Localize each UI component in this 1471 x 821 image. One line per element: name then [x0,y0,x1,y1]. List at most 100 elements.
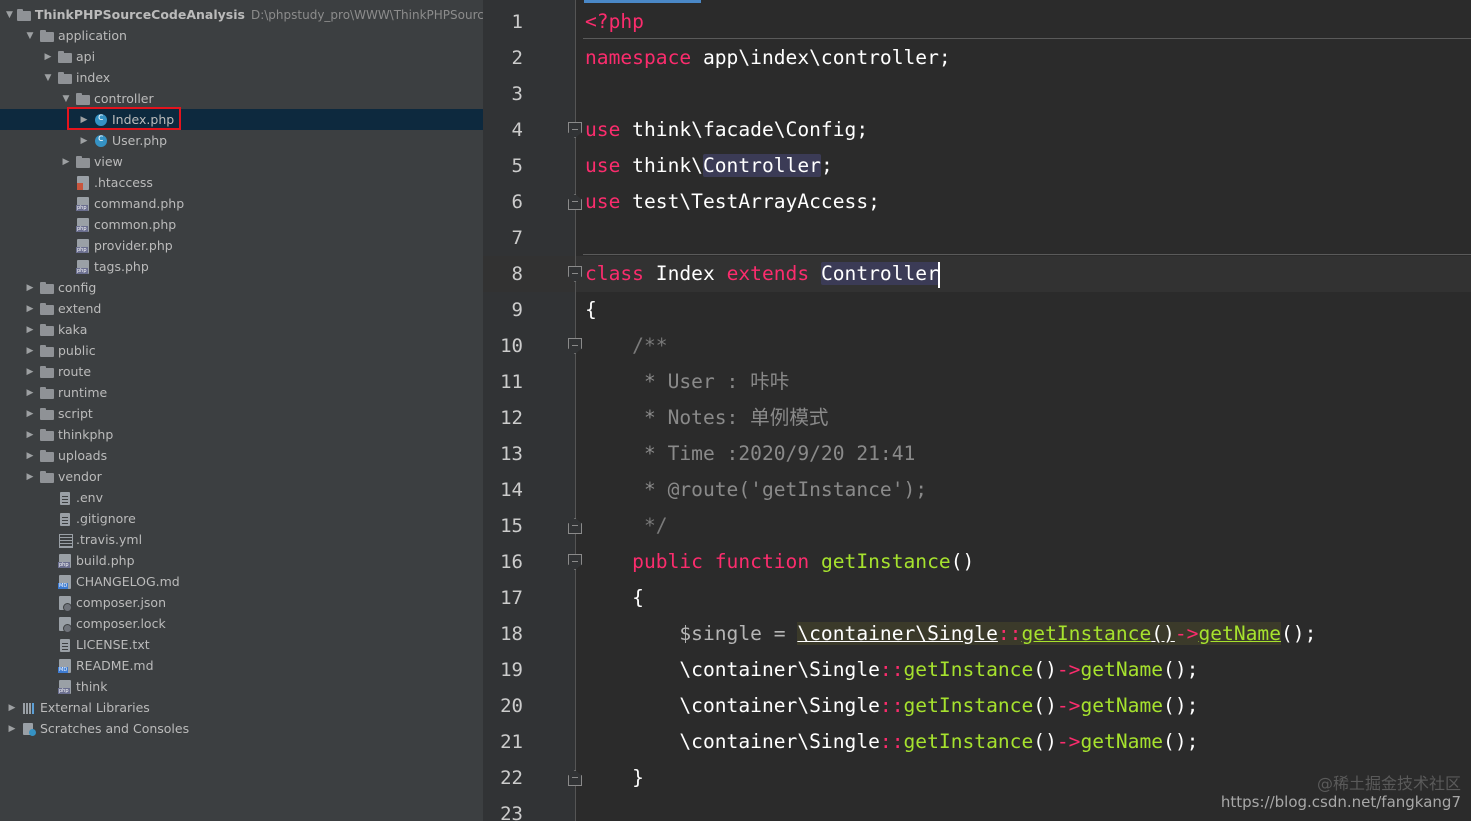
tree-item[interactable]: .gitignore [0,508,483,529]
brace: } [585,766,644,789]
tree-item[interactable]: .travis.yml [0,529,483,550]
line-number: 12 [500,407,523,429]
code-line-15: */ [585,508,668,544]
folder-icon [40,470,54,484]
line-number: 13 [500,443,523,465]
keyword-use: use [585,154,621,177]
tree-item[interactable]: ▶ Scratches and Consoles [0,718,483,739]
folder-icon [76,92,90,106]
tree-item[interactable]: ▶ config [0,277,483,298]
collapse-arrow-icon[interactable]: ▼ [60,93,72,105]
tree-item[interactable]: CHANGELOG.md [0,571,483,592]
expand-arrow-icon[interactable]: ▶ [24,324,36,336]
expand-arrow-icon[interactable]: ▶ [24,429,36,441]
tree-item[interactable]: ▶ route [0,361,483,382]
tree-item-label: thinkphp [58,427,114,442]
tree-item[interactable]: tags.php [0,256,483,277]
tree-item-label: think [76,679,108,694]
namespaced-class: \container\Single [679,730,880,753]
expand-arrow-icon[interactable]: ▼ [6,9,13,21]
scope-operator: :: [997,622,1022,645]
collapse-arrow-icon[interactable]: ▼ [24,30,36,42]
php-file-icon [58,679,72,694]
call-get-instance: getInstance [1021,622,1152,645]
tree-item[interactable]: ▶ script [0,403,483,424]
expand-arrow-icon[interactable]: ▶ [24,450,36,462]
expand-arrow-icon[interactable]: ▶ [24,345,36,357]
tree-item[interactable]: .htaccess [0,172,483,193]
tree-item[interactable]: build.php [0,550,483,571]
code-line-18: $single = \container\Single::getInstance… [585,616,1316,652]
line-number: 21 [500,731,523,753]
tree-item[interactable]: provider.php [0,235,483,256]
call-get-name: getName [1080,694,1164,717]
scope-operator: :: [879,694,904,717]
tree-item-label: common.php [94,217,177,232]
htaccess-file-icon [76,175,90,190]
expand-arrow-icon[interactable]: ▶ [6,723,18,735]
line-number: 16 [500,551,523,573]
tree-item[interactable]: ▶ public [0,340,483,361]
parent-class-reference: Controller [820,262,939,285]
tree-item-label: README.md [76,658,154,673]
expand-arrow-icon[interactable]: ▶ [6,702,18,714]
php-file-icon [76,196,90,211]
tree-item[interactable]: ▼ controller [0,88,483,109]
expand-arrow-icon[interactable]: ▶ [60,156,72,168]
tree-item[interactable]: ▶ extend [0,298,483,319]
tree-item-label: config [58,280,97,295]
tree-item[interactable]: composer.lock [0,613,483,634]
markdown-file-icon [58,658,72,673]
tree-item[interactable]: README.md [0,655,483,676]
reference-highlight: Controller [702,154,821,177]
line-number: 9 [511,299,523,321]
expand-arrow-icon[interactable]: ▶ [24,408,36,420]
folder-icon [40,449,54,463]
line-number: 10 [500,335,523,357]
tree-item[interactable]: ▶ api [0,46,483,67]
tree-item[interactable]: ▶ vendor [0,466,483,487]
tree-item[interactable]: ▶ External Libraries [0,697,483,718]
expand-arrow-icon[interactable]: ▶ [24,366,36,378]
expand-arrow-icon[interactable]: ▶ [24,282,36,294]
folder-icon [40,428,54,442]
call-get-instance: getInstance [903,658,1034,681]
expand-arrow-icon[interactable]: ▶ [78,135,90,147]
php-file-icon [76,238,90,253]
code-line-6: use test\TestArrayAccess; [585,184,880,220]
use-path: think\ [620,154,703,177]
tree-item[interactable]: composer.json [0,592,483,613]
code-line-13: * Time :2020/9/20 21:41 [585,436,915,472]
tree-item[interactable]: .env [0,487,483,508]
tree-root[interactable]: ▼ ThinkPHPSourceCodeAnalysis D:\phpstudy… [0,4,483,25]
code-line-11: * User : 咔咔 [585,364,789,400]
tree-item[interactable]: command.php [0,193,483,214]
tree-item[interactable]: ▶ thinkphp [0,424,483,445]
tree-item[interactable]: ▼ index [0,67,483,88]
expand-arrow-icon[interactable]: ▶ [42,51,54,63]
arrow-spacer [42,534,54,546]
method-separator [583,38,1471,39]
tree-item[interactable]: LICENSE.txt [0,634,483,655]
expand-arrow-icon[interactable]: ▶ [24,303,36,315]
tree-item-label: script [58,406,93,421]
statement-end: (); [1163,658,1199,681]
tree-item[interactable]: think [0,676,483,697]
tree-item[interactable]: ▶ view [0,151,483,172]
tree-item[interactable]: ▶ runtime [0,382,483,403]
code-line-2: namespace app\index\controller; [585,40,951,76]
arrow-spacer [42,555,54,567]
tree-item[interactable]: ▶ User.php [0,130,483,151]
collapse-arrow-icon[interactable]: ▼ [42,72,54,84]
tree-item[interactable]: common.php [0,214,483,235]
expand-arrow-icon[interactable]: ▶ [24,471,36,483]
text-file-icon [58,512,72,526]
expand-arrow-icon[interactable]: ▶ [24,387,36,399]
tree-item[interactable]: ▼ application [0,25,483,46]
tree-item[interactable]: ▶ kaka [0,319,483,340]
scope-operator: :: [879,658,904,681]
line-number: 14 [500,479,523,501]
tree-item[interactable]: ▶ uploads [0,445,483,466]
tree-item-label: public [58,343,96,358]
